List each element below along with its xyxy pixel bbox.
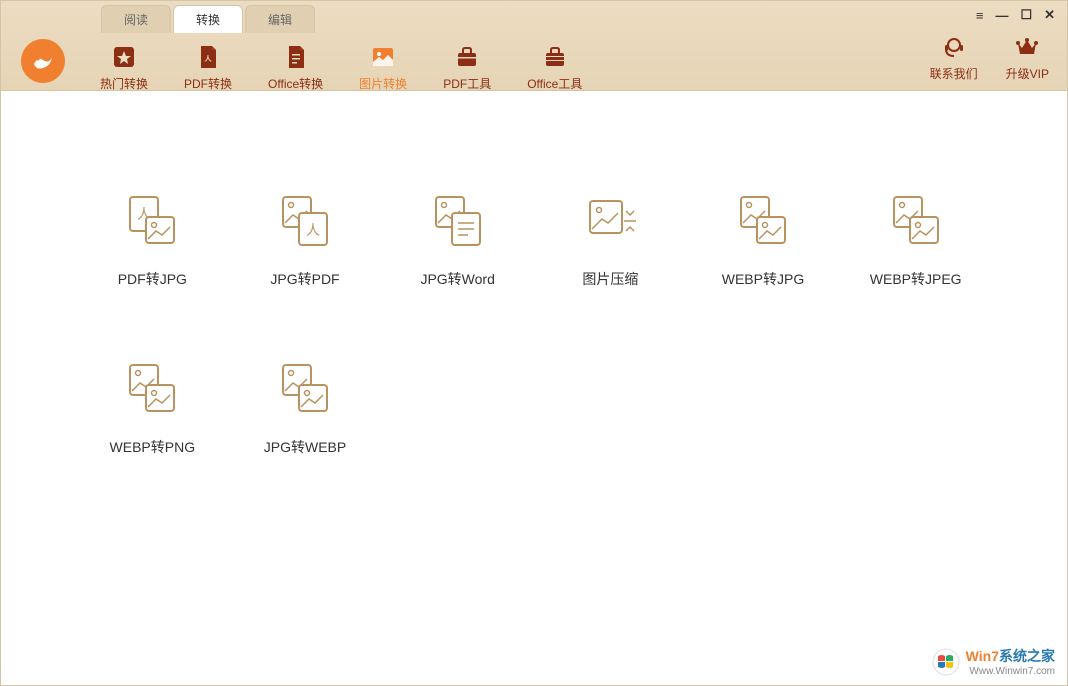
maximize-icon[interactable]: ☐ — [1020, 7, 1032, 23]
action-label: 联系我们 — [930, 65, 978, 82]
conversion-grid: 人 PDF转JPG 人 JPG转PDF JPG转Word 图片压缩 — [81, 191, 987, 457]
nav-office-tools[interactable]: Office工具 — [523, 41, 586, 94]
item-label: JPG转WEBP — [264, 437, 346, 457]
webp-jpg-icon — [733, 191, 793, 251]
watermark-url: Www.Winwin7.com — [966, 666, 1055, 677]
close-icon[interactable]: ✕ — [1044, 7, 1055, 23]
tab-edit[interactable]: 编辑 — [245, 5, 315, 33]
item-webp-to-jpg[interactable]: WEBP转JPG — [692, 191, 835, 289]
item-webp-to-png[interactable]: WEBP转PNG — [81, 359, 224, 457]
item-jpg-to-pdf[interactable]: 人 JPG转PDF — [234, 191, 377, 289]
tab-convert[interactable]: 转换 — [173, 5, 243, 33]
item-webp-to-jpeg[interactable]: WEBP转JPEG — [844, 191, 987, 289]
toolbox-icon — [453, 43, 481, 71]
toolbox2-icon — [541, 43, 569, 71]
item-jpg-to-webp[interactable]: JPG转WEBP — [234, 359, 377, 457]
window-controls: ≡ — ☐ ✕ — [976, 7, 1055, 23]
right-actions: 联系我们 升级VIP — [930, 33, 1049, 82]
item-label: WEBP转JPEG — [870, 269, 962, 289]
top-tabs: 阅读 转换 编辑 — [1, 1, 1067, 33]
item-label: WEBP转JPG — [722, 269, 804, 289]
watermark-brand: Win7系统之家 — [966, 646, 1055, 666]
nav-pdf-convert[interactable]: 人 PDF转换 — [180, 41, 236, 94]
item-pdf-to-jpg[interactable]: 人 PDF转JPG — [81, 191, 224, 289]
webp-jpeg-icon — [886, 191, 946, 251]
svg-text:人: 人 — [306, 222, 320, 238]
action-label: 升级VIP — [1006, 65, 1049, 82]
nav-office-convert[interactable]: Office转换 — [264, 41, 327, 94]
webp-png-icon — [122, 359, 182, 419]
nav-label: Office工具 — [527, 75, 582, 92]
star-icon — [110, 43, 138, 71]
doc-icon — [282, 43, 310, 71]
nav-label: 热门转换 — [100, 75, 148, 92]
jpg-word-icon — [428, 191, 488, 251]
nav-hot-convert[interactable]: 热门转换 — [96, 41, 152, 94]
item-image-compress[interactable]: 图片压缩 — [539, 191, 682, 289]
jpg-webp-icon — [275, 359, 335, 419]
app-logo — [21, 39, 65, 83]
item-label: JPG转Word — [420, 269, 494, 289]
menu-icon[interactable]: ≡ — [976, 8, 984, 23]
headset-icon — [940, 33, 968, 61]
svg-text:人: 人 — [205, 54, 213, 63]
nav-bar: 热门转换 人 PDF转换 Office转换 图片转换 PDF工具 — [1, 33, 1067, 94]
nav-label: PDF工具 — [443, 75, 491, 92]
nav-pdf-tools[interactable]: PDF工具 — [439, 41, 495, 94]
upgrade-vip-button[interactable]: 升级VIP — [1006, 33, 1049, 82]
jpg-pdf-icon: 人 — [275, 191, 335, 251]
nav-label: 图片转换 — [359, 75, 407, 92]
item-jpg-to-word[interactable]: JPG转Word — [386, 191, 529, 289]
nav-image-convert[interactable]: 图片转换 — [355, 41, 411, 94]
minimize-icon[interactable]: — — [995, 8, 1008, 23]
tab-read[interactable]: 阅读 — [101, 5, 171, 33]
watermark: Win7系统之家 Www.Winwin7.com — [932, 646, 1055, 677]
image-icon — [369, 43, 397, 71]
item-label: 图片压缩 — [582, 269, 638, 289]
nav-label: PDF转换 — [184, 75, 232, 92]
contact-button[interactable]: 联系我们 — [930, 33, 978, 82]
item-label: PDF转JPG — [118, 269, 187, 289]
compress-icon — [580, 191, 640, 251]
pdf-jpg-icon: 人 — [122, 191, 182, 251]
windows-logo-icon — [932, 648, 960, 676]
nav-label: Office转换 — [268, 75, 323, 92]
item-label: JPG转PDF — [270, 269, 339, 289]
pdf-icon: 人 — [194, 43, 222, 71]
content-area: 人 PDF转JPG 人 JPG转PDF JPG转Word 图片压缩 — [1, 91, 1067, 487]
crown-icon — [1013, 33, 1041, 61]
item-label: WEBP转PNG — [110, 437, 196, 457]
